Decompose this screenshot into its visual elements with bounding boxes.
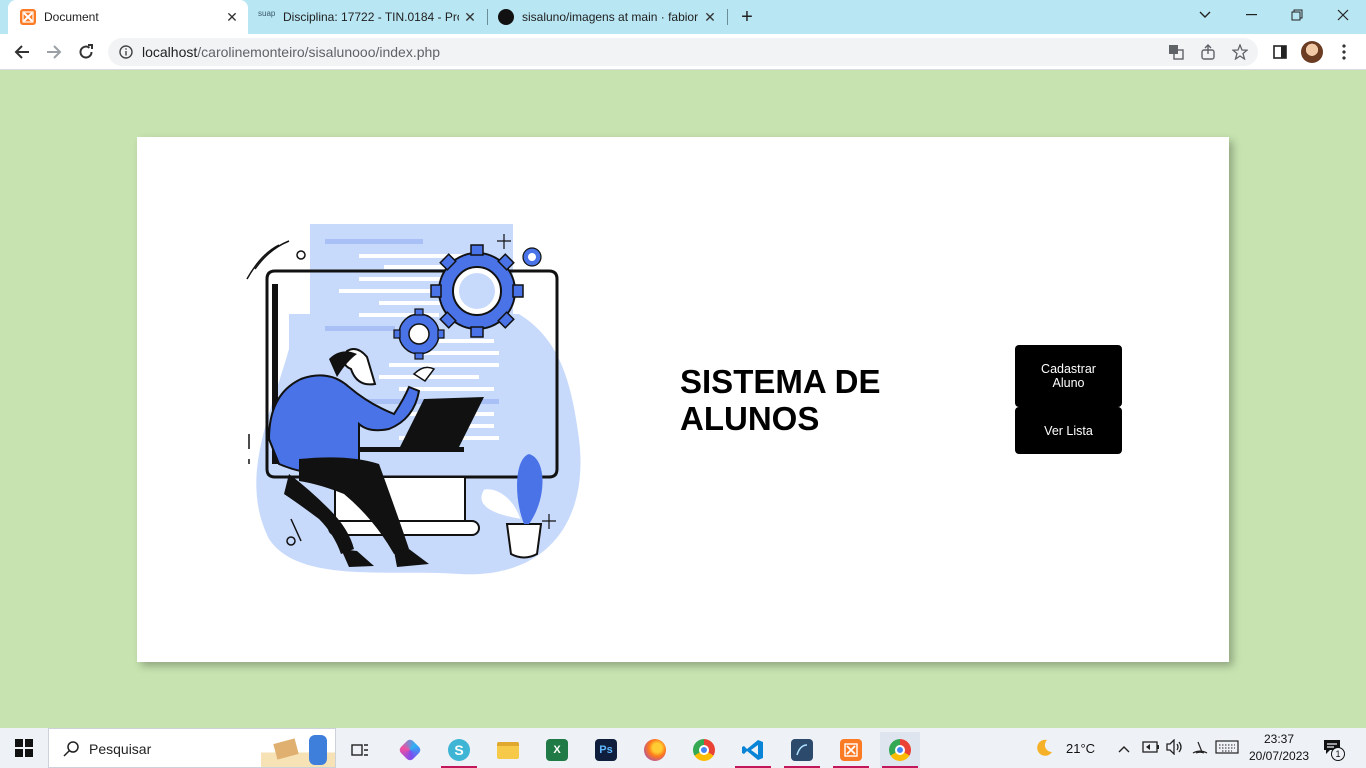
main-card: SISTEMA DE ALUNOS Cadastrar Aluno Ver Li… [137, 137, 1229, 662]
folder-icon [497, 741, 519, 759]
start-button[interactable] [0, 728, 48, 768]
app-s-icon-button[interactable]: S [439, 732, 479, 768]
vscode-icon [742, 740, 763, 760]
wifi-icon[interactable] [1192, 740, 1208, 756]
site-info-icon[interactable] [116, 42, 136, 62]
tab-github[interactable]: sisaluno/imagens at main · fabior ✕ [490, 0, 726, 34]
moon-icon [1037, 739, 1052, 756]
windows-taskbar: Pesquisar S X Ps 21°C 23:37 20/07/2023 1 [0, 728, 1366, 768]
weather-widget[interactable]: 21°C [1034, 736, 1104, 760]
photoshop-icon: Ps [595, 739, 617, 761]
tab-title: Document [44, 10, 99, 24]
excel-icon: X [546, 739, 568, 761]
xampp-icon [20, 9, 36, 25]
excel-button[interactable]: X [537, 732, 577, 768]
show-hidden-icons-chevron-icon[interactable] [1118, 740, 1134, 756]
close-window-icon[interactable] [1320, 0, 1366, 30]
windows-logo-icon [15, 739, 33, 757]
ver-lista-button[interactable]: Ver Lista [1015, 407, 1122, 454]
clock-date[interactable]: 20/07/2023 [1249, 749, 1309, 763]
menu-kebab-icon[interactable] [1334, 42, 1354, 62]
suap-favicon: suap [258, 9, 276, 18]
tab-title: sisaluno/imagens at main · fabior [522, 10, 698, 24]
chrome-button[interactable] [684, 732, 724, 768]
firefox-icon [644, 739, 666, 761]
tab-strip: Document ✕ suap Disciplina: 17722 - TIN.… [0, 0, 1366, 34]
translate-icon[interactable] [1166, 42, 1186, 62]
tab-title: Disciplina: 17722 - TIN.0184 - Pro [283, 10, 459, 24]
side-panel-icon[interactable] [1270, 42, 1290, 62]
bookmark-star-icon[interactable] [1230, 42, 1250, 62]
back-button[interactable] [8, 38, 36, 66]
tab-separator [487, 9, 488, 25]
search-highlight-illustration-icon [261, 731, 335, 767]
browser-toolbar: localhost/carolinemonteiro/sisalunooo/in… [0, 34, 1366, 70]
tab-disciplina[interactable]: suap Disciplina: 17722 - TIN.0184 - Pro … [250, 0, 486, 34]
weather-temp: 21°C [1066, 741, 1096, 756]
mysql-workbench-icon [791, 739, 813, 761]
chrome-profile-button[interactable] [880, 732, 920, 768]
reload-button[interactable] [72, 38, 100, 66]
new-tab-button[interactable]: + [736, 6, 758, 28]
copilot-icon [397, 737, 423, 763]
share-icon[interactable] [1198, 42, 1218, 62]
xampp-icon [840, 739, 862, 761]
xampp-button[interactable] [831, 732, 871, 768]
close-tab-icon[interactable]: ✕ [462, 9, 478, 25]
profile-avatar[interactable] [1301, 41, 1323, 63]
close-tab-icon[interactable]: ✕ [702, 9, 718, 25]
clock-time[interactable]: 23:37 [1264, 732, 1294, 746]
chrome-icon [693, 739, 715, 761]
url-text: localhost/carolinemonteiro/sisalunooo/in… [142, 44, 440, 60]
firefox-button[interactable] [635, 732, 675, 768]
page-title: SISTEMA DE ALUNOS [680, 363, 881, 437]
tab-search-icon[interactable] [1182, 0, 1228, 30]
chrome-icon [889, 739, 911, 761]
url-path: /carolinemonteiro/sisalunooo/index.php [197, 44, 441, 60]
tab-document[interactable]: Document ✕ [8, 0, 248, 34]
vscode-button[interactable] [733, 732, 773, 768]
volume-icon[interactable] [1166, 738, 1184, 756]
search-icon [63, 741, 79, 757]
tab-separator [727, 9, 728, 25]
search-placeholder: Pesquisar [89, 741, 152, 757]
s-app-icon: S [448, 739, 470, 761]
mysql-workbench-button[interactable] [782, 732, 822, 768]
minimize-icon[interactable] [1228, 0, 1274, 30]
network-battery-icon[interactable] [1142, 739, 1160, 755]
file-explorer-button[interactable] [488, 732, 528, 768]
copilot-app-icon[interactable] [390, 732, 430, 768]
restore-icon[interactable] [1274, 0, 1320, 30]
taskbar-search-input[interactable]: Pesquisar [48, 728, 336, 768]
photoshop-button[interactable]: Ps [586, 732, 626, 768]
close-tab-icon[interactable]: ✕ [224, 9, 240, 25]
github-icon [498, 9, 514, 25]
notifications-button[interactable]: 1 [1322, 738, 1350, 762]
url-host: localhost [142, 44, 198, 60]
task-view-button[interactable] [340, 732, 380, 768]
address-bar[interactable]: localhost/carolinemonteiro/sisalunooo/in… [108, 38, 1258, 66]
keyboard-icon[interactable] [1215, 740, 1239, 756]
developer-illustration [246, 224, 581, 575]
cadastrar-aluno-button[interactable]: Cadastrar Aluno [1015, 345, 1122, 407]
notification-count-badge: 1 [1331, 747, 1345, 761]
forward-button[interactable] [40, 38, 68, 66]
